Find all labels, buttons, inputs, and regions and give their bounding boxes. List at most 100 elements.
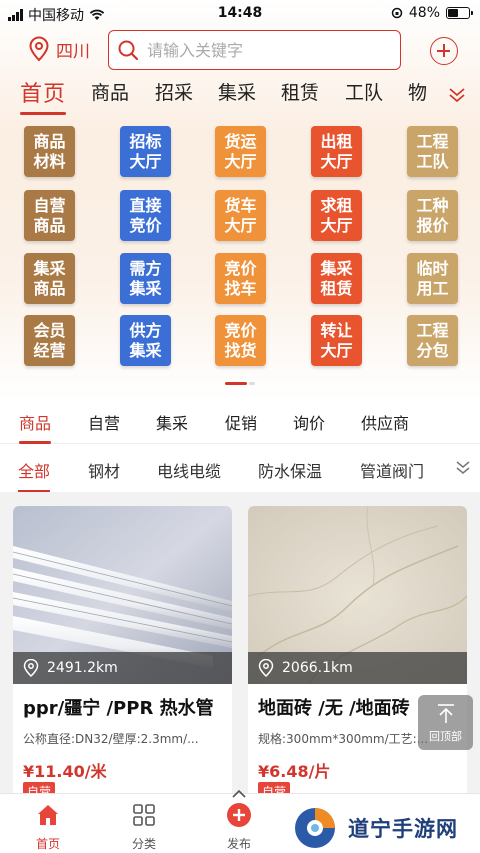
arrow-up-icon: [437, 704, 454, 723]
grid-tile[interactable]: 集采 租赁: [311, 253, 362, 304]
product-title: 地面砖 /无 /地面砖: [258, 698, 410, 719]
grid-tile-label: 租赁: [320, 278, 353, 298]
nav-home[interactable]: 首页: [18, 802, 78, 852]
location-pin-icon: [258, 659, 274, 677]
grid-tile-label: 工程: [416, 131, 449, 151]
sub-tab-waterproof[interactable]: 防水保温: [258, 458, 322, 482]
publish-plus-icon: [227, 803, 251, 827]
grid-tile[interactable]: 需方 集采: [120, 253, 171, 304]
grid-tile-label: 集采: [129, 278, 162, 298]
search-input[interactable]: [147, 40, 377, 60]
grid-tile[interactable]: 货车 大厅: [215, 190, 266, 241]
search-icon: [118, 40, 139, 61]
location-label: 四川: [56, 41, 90, 62]
grid-tile-label: 经营: [33, 340, 66, 360]
grid-tile-label: 分包: [416, 340, 449, 360]
cat-tab-promo[interactable]: 促销: [225, 410, 257, 434]
grid-tile-label: 直接: [129, 195, 162, 215]
nav-publish[interactable]: 发布: [209, 802, 269, 852]
status-bar: 中国移动 14:48 48%: [0, 0, 480, 28]
grid-tile[interactable]: 工程 分包: [407, 315, 458, 366]
grid-tile-label: 工种: [416, 195, 449, 215]
grid-tile[interactable]: 求租 大厅: [311, 190, 362, 241]
grid-tile-label: 会员: [33, 320, 66, 340]
grid-tile[interactable]: 直接 竞价: [120, 190, 171, 241]
location-pin-icon: [29, 36, 49, 62]
orientation-lock-icon: [391, 7, 403, 19]
grid-tile-label: 出租: [320, 131, 353, 151]
grid-tile-label: 招标: [129, 131, 162, 151]
cat-tab-group-buy[interactable]: 集采: [156, 410, 188, 434]
product-card[interactable]: 2066.1km 地面砖 /无 /地面砖 规格:300mm*300mm/工艺:.…: [248, 506, 467, 806]
grid-tile[interactable]: 临时 用工: [407, 253, 458, 304]
distance-bar: 2066.1km: [248, 652, 467, 684]
search-box[interactable]: [108, 30, 401, 70]
home-icon: [38, 805, 58, 825]
cat-tab-goods[interactable]: 商品: [19, 410, 52, 444]
watermark-logo: 道宁手游网: [290, 805, 458, 851]
sub-tab-all[interactable]: 全部: [18, 458, 51, 492]
grid-tile[interactable]: 工程 工队: [407, 126, 458, 177]
grid-tile-label: 商品: [33, 215, 66, 235]
grid-tile[interactable]: 会员 经营: [24, 315, 75, 366]
nav-category[interactable]: 分类: [114, 802, 174, 852]
grid-tile-label: 用工: [416, 278, 449, 298]
tab-logistics[interactable]: 物: [408, 78, 427, 105]
distance-label: 2491.2km: [47, 660, 118, 676]
grid-tile-label: 找货: [224, 340, 257, 360]
grid-tile-label: 大厅: [224, 215, 257, 235]
grid-tile-label: 转让: [320, 320, 353, 340]
product-price: ¥11.40/米: [23, 762, 107, 781]
add-button[interactable]: [430, 37, 458, 65]
grid-tile-label: 工队: [416, 151, 449, 171]
sub-tab-pipe[interactable]: 管道阀门: [360, 458, 424, 482]
location-pin-icon: [23, 659, 39, 677]
distance-label: 2066.1km: [282, 660, 353, 676]
tab-lease[interactable]: 租赁: [281, 78, 319, 105]
grid-tile-label: 报价: [416, 215, 449, 235]
grid-tile-label: 竞价: [224, 320, 257, 340]
cat-tab-supplier[interactable]: 供应商: [361, 410, 409, 434]
grid-tile-label: 商品: [33, 131, 66, 151]
product-card[interactable]: 2491.2km ppr/疆宁 /PPR 热水管 公称直径:DN32/壁厚:2.…: [13, 506, 232, 806]
sub-tab-cable[interactable]: 电线电缆: [157, 458, 221, 482]
grid-tile-label: 集采: [33, 258, 66, 278]
nav-home-label: 首页: [35, 837, 60, 851]
cat-tab-inquiry[interactable]: 询价: [293, 410, 325, 434]
tab-home[interactable]: 首页: [20, 76, 67, 115]
nav-category-label: 分类: [131, 837, 156, 851]
tab-goods[interactable]: 商品: [91, 78, 129, 105]
grid-tile[interactable]: 招标 大厅: [120, 126, 171, 177]
grid-tile[interactable]: 商品 材料: [24, 126, 75, 177]
tab-team[interactable]: 工队: [345, 78, 383, 105]
watermark-text: 道宁手游网: [348, 817, 458, 841]
grid-tile-label: 货运: [224, 131, 257, 151]
grid-tile-label: 大厅: [320, 340, 353, 360]
product-title: ppr/疆宁 /PPR 热水管: [23, 698, 214, 719]
grid-tile-label: 工程: [416, 320, 449, 340]
grid-tile[interactable]: 出租 大厅: [311, 126, 362, 177]
sub-tabs: 全部 钢材 电线电缆 防水保温 管道阀门: [0, 444, 480, 492]
cat-tab-self-run[interactable]: 自营: [88, 410, 120, 434]
grid-tile[interactable]: 转让 大厅: [311, 315, 362, 366]
sub-tab-steel[interactable]: 钢材: [88, 458, 120, 482]
grid-tile[interactable]: 竞价 找车: [215, 253, 266, 304]
grid-tile-label: 需方: [129, 258, 162, 278]
grid-tile[interactable]: 自营 商品: [24, 190, 75, 241]
grid-tile-label: 竞价: [129, 215, 162, 235]
watermark-swirl-icon: [295, 808, 335, 848]
grid-tile[interactable]: 竞价 找货: [215, 315, 266, 366]
tab-tender[interactable]: 招采: [155, 78, 193, 105]
grid-tile-label: 自营: [33, 195, 66, 215]
back-to-top-button[interactable]: 回顶部: [418, 695, 473, 750]
grid-icon: [133, 804, 155, 826]
expand-subtabs-icon[interactable]: [455, 461, 471, 475]
expand-tabs-icon[interactable]: [448, 87, 466, 103]
tab-group-buy[interactable]: 集采: [218, 78, 256, 105]
grid-tile[interactable]: 供方 集采: [120, 315, 171, 366]
location-selector[interactable]: 四川: [28, 36, 90, 62]
grid-tile[interactable]: 集采 商品: [24, 253, 75, 304]
grid-tile[interactable]: 货运 大厅: [215, 126, 266, 177]
grid-tile-label: 大厅: [224, 151, 257, 171]
grid-tile[interactable]: 工种 报价: [407, 190, 458, 241]
